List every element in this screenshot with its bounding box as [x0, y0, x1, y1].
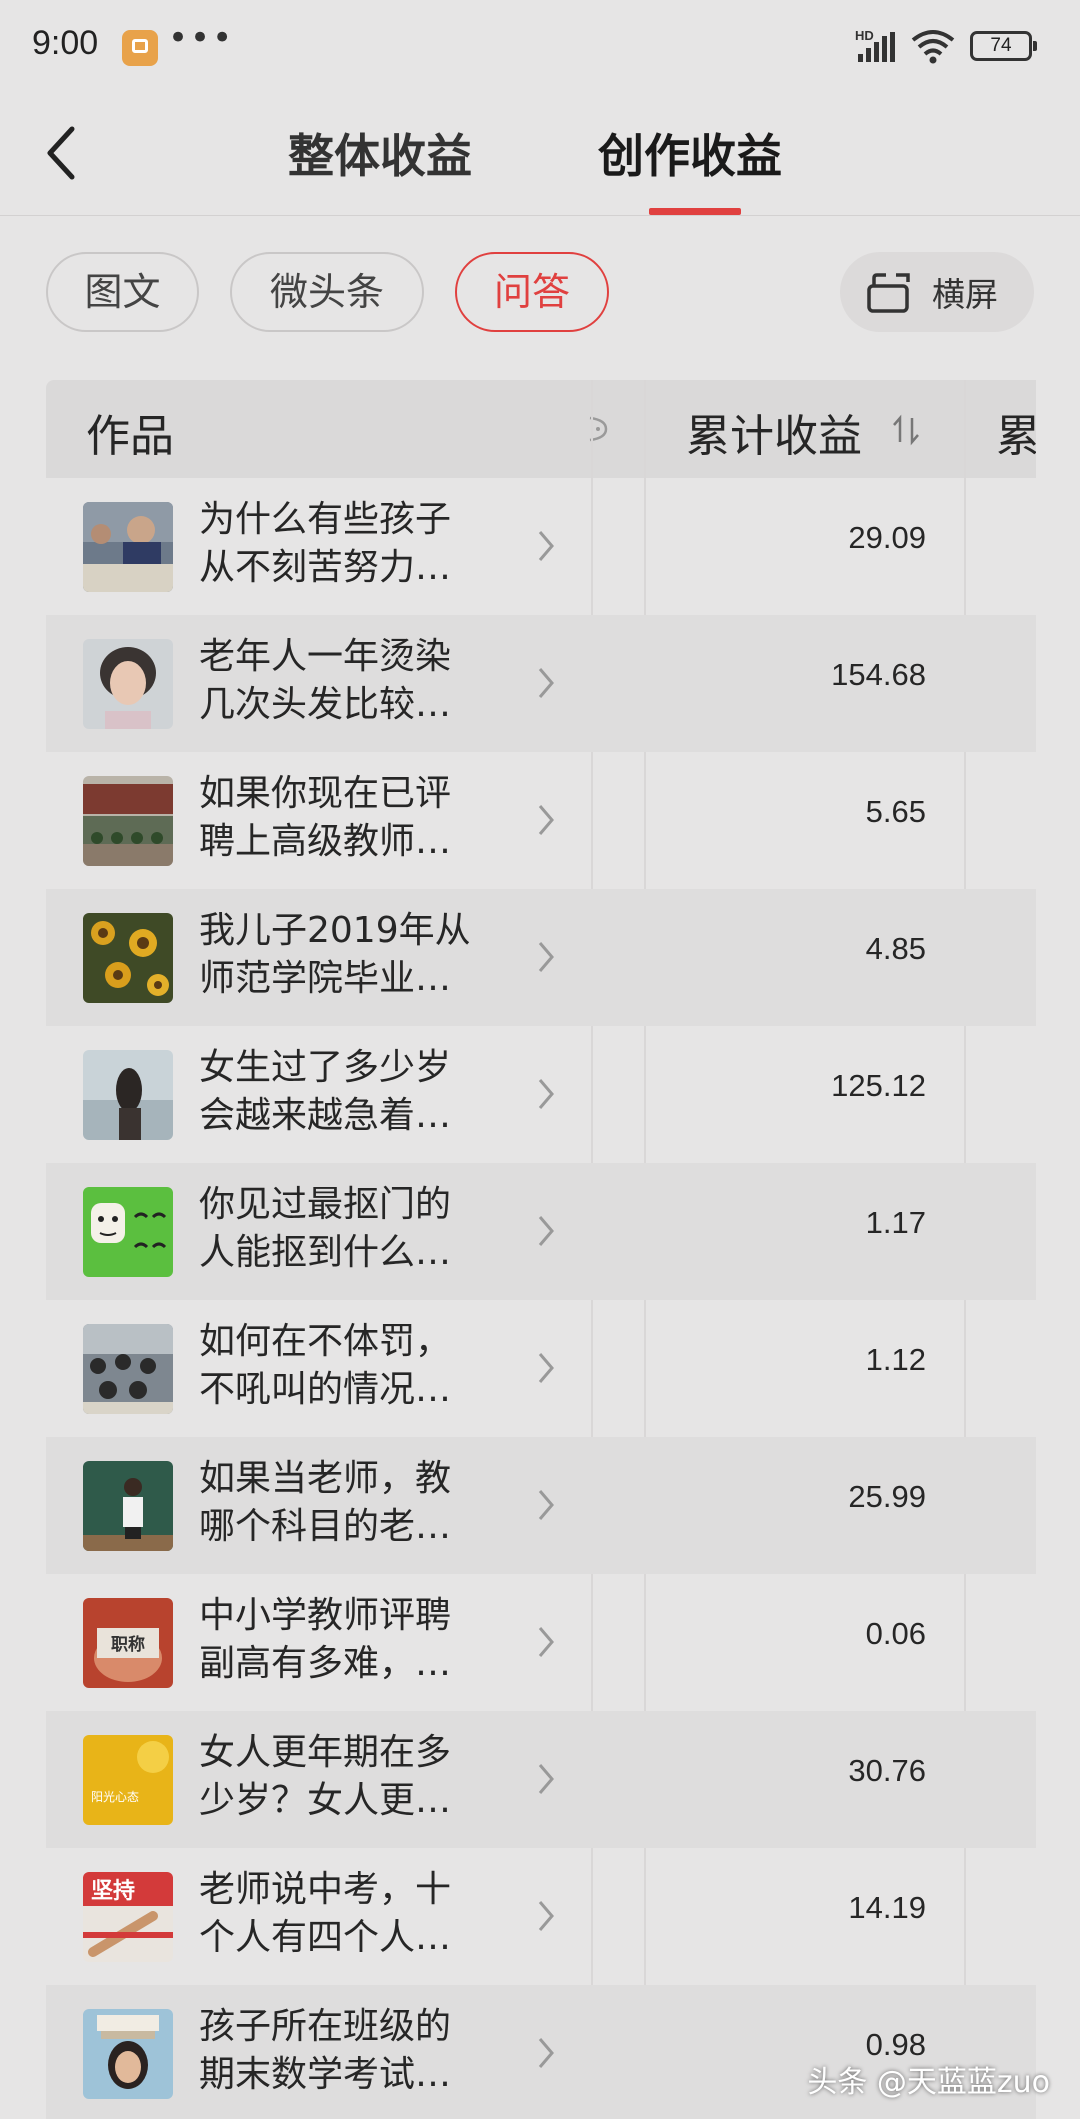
back-arrow-icon[interactable]	[38, 123, 88, 183]
status-time: 9:00	[32, 24, 99, 62]
table-row[interactable]: 如果你现在已评 聘上高级教师… 5.65	[46, 752, 1036, 889]
row-title: 你见过最抠门的 人能抠到什么…	[199, 1184, 452, 1273]
row-title: 如何在不体罚， 不吼叫的情况…	[199, 1321, 452, 1410]
table-row[interactable]: 你见过最抠门的 人能抠到什么… 1.17	[46, 1163, 1036, 1300]
column-header-next-label: 累	[996, 411, 1036, 462]
earnings-table: 作品 累计收益 累 为什么有些孩子 从不刻苦努力… 29.09 老年人一年烫染 …	[46, 380, 1036, 2119]
row-earnings: 1.12	[865, 1342, 926, 1377]
battery-indicator: 74	[970, 31, 1037, 61]
table-row[interactable]: 职称 中小学教师评聘 副高有多难，… 0.06	[46, 1574, 1036, 1711]
tab-creation-earnings[interactable]: 创作收益	[598, 120, 782, 186]
chevron-right-icon	[538, 1901, 554, 1931]
chevron-right-icon	[538, 531, 554, 561]
rotate-screen-icon	[867, 273, 910, 313]
chevron-right-icon	[538, 1764, 554, 1794]
thumbnail-girl-by-sea	[83, 1050, 173, 1140]
chevron-right-icon	[538, 1627, 554, 1657]
row-title: 孩子所在班级的 期末数学考试…	[199, 2006, 452, 2095]
filter-chip-micro[interactable]: 微头条	[230, 252, 424, 332]
column-header-earnings[interactable]: 累计收益	[646, 380, 966, 478]
table-row[interactable]: 阳光心态 女人更年期在多 少岁？女人更… 30.76	[46, 1711, 1036, 1848]
status-bar: 9:00 ••• HD 74	[0, 0, 1080, 95]
row-earnings: 4.85	[865, 931, 926, 966]
svg-text:职称: 职称	[111, 1634, 145, 1655]
filter-chip-qa[interactable]: 问答	[455, 252, 609, 332]
row-title: 女人更年期在多 少岁？女人更…	[199, 1732, 452, 1821]
chevron-right-icon	[538, 2038, 554, 2068]
svg-text:阳光心态: 阳光心态	[91, 1790, 139, 1804]
table-row[interactable]: 老年人一年烫染 几次头发比较… 154.68	[46, 615, 1036, 752]
chevron-right-icon	[538, 1490, 554, 1520]
thumbnail-yellow-sunshine: 阳光心态	[83, 1735, 173, 1825]
chevron-right-icon	[538, 805, 554, 835]
row-title: 为什么有些孩子 从不刻苦努力…	[199, 499, 452, 588]
thumbnail-teacher-blackboard	[83, 1461, 173, 1551]
table-row[interactable]: 如果当老师，教 哪个科目的老… 25.99	[46, 1437, 1036, 1574]
landscape-button[interactable]: 横屏	[840, 252, 1034, 332]
thumbnail-sunflowers	[83, 913, 173, 1003]
more-notifications-icon: •••	[168, 18, 235, 58]
row-title: 女生过了多少岁 会越来越急着…	[199, 1047, 452, 1136]
chevron-right-icon	[538, 1353, 554, 1383]
thumbnail-classroom	[83, 1324, 173, 1414]
row-earnings: 25.99	[848, 1479, 926, 1514]
thumbnail-elderly-woman	[83, 639, 173, 729]
table-row[interactable]: 女生过了多少岁 会越来越急着… 125.12	[46, 1026, 1036, 1163]
row-title: 我儿子2019年从 师范学院毕业…	[199, 910, 471, 999]
row-title: 如果当老师，教 哪个科目的老…	[199, 1458, 452, 1547]
active-tab-indicator	[649, 208, 741, 215]
row-earnings: 154.68	[831, 657, 926, 692]
row-earnings: 0.06	[865, 1616, 926, 1651]
thumbnail-girl-with-books	[83, 2009, 173, 2099]
chevron-right-icon	[538, 942, 554, 972]
row-earnings: 30.76	[848, 1753, 926, 1788]
chevron-right-icon	[538, 1216, 554, 1246]
column-header-work-label: 作品	[86, 411, 174, 462]
thumbnail-school-stage	[83, 776, 173, 866]
table-row[interactable]: 如何在不体罚， 不吼叫的情况… 1.12	[46, 1300, 1036, 1437]
svg-text:坚持: 坚持	[91, 1879, 135, 1904]
table-row[interactable]: 为什么有些孩子 从不刻苦努力… 29.09	[46, 478, 1036, 615]
gallery-app-icon	[122, 30, 158, 66]
top-nav: 整体收益 创作收益	[0, 95, 1080, 216]
row-earnings: 5.65	[865, 794, 926, 829]
row-title: 老师说中考，十 个人有四个人…	[199, 1869, 452, 1958]
row-earnings: 14.19	[848, 1890, 926, 1925]
column-header-next: 累	[966, 380, 1036, 478]
table-row[interactable]: 我儿子2019年从 师范学院毕业… 4.85	[46, 889, 1036, 1026]
sort-icon[interactable]	[891, 414, 921, 446]
column-header-work: 作品	[46, 380, 591, 478]
wifi-icon	[911, 30, 955, 64]
thumbnail-title-card: 职称	[83, 1598, 173, 1688]
row-title: 如果你现在已评 聘上高级教师…	[199, 773, 452, 862]
landscape-label: 横屏	[932, 275, 998, 314]
thumbnail-cartoon-faces	[83, 1187, 173, 1277]
watermark: 头条 @天蓝蓝zuo	[807, 2065, 1050, 2100]
tab-overall-earnings[interactable]: 整体收益	[288, 120, 472, 186]
thumbnail-persist-poster: 坚持	[83, 1872, 173, 1962]
chevron-right-icon	[538, 1079, 554, 1109]
row-earnings: 125.12	[831, 1068, 926, 1103]
row-title: 老年人一年烫染 几次头发比较…	[199, 636, 452, 725]
row-title: 中小学教师评聘 副高有多难，…	[199, 1595, 452, 1684]
column-header-earnings-label: 累计收益	[686, 411, 862, 462]
table-row[interactable]: 坚持 老师说中考，十 个人有四个人… 14.19	[46, 1848, 1036, 1985]
info-icon	[589, 416, 608, 442]
row-earnings: 29.09	[848, 520, 926, 555]
chevron-right-icon	[538, 668, 554, 698]
thumbnail-students	[83, 502, 173, 592]
signal-icon	[858, 32, 895, 62]
row-earnings: 1.17	[865, 1205, 926, 1240]
filter-chip-article[interactable]: 图文	[46, 252, 199, 332]
